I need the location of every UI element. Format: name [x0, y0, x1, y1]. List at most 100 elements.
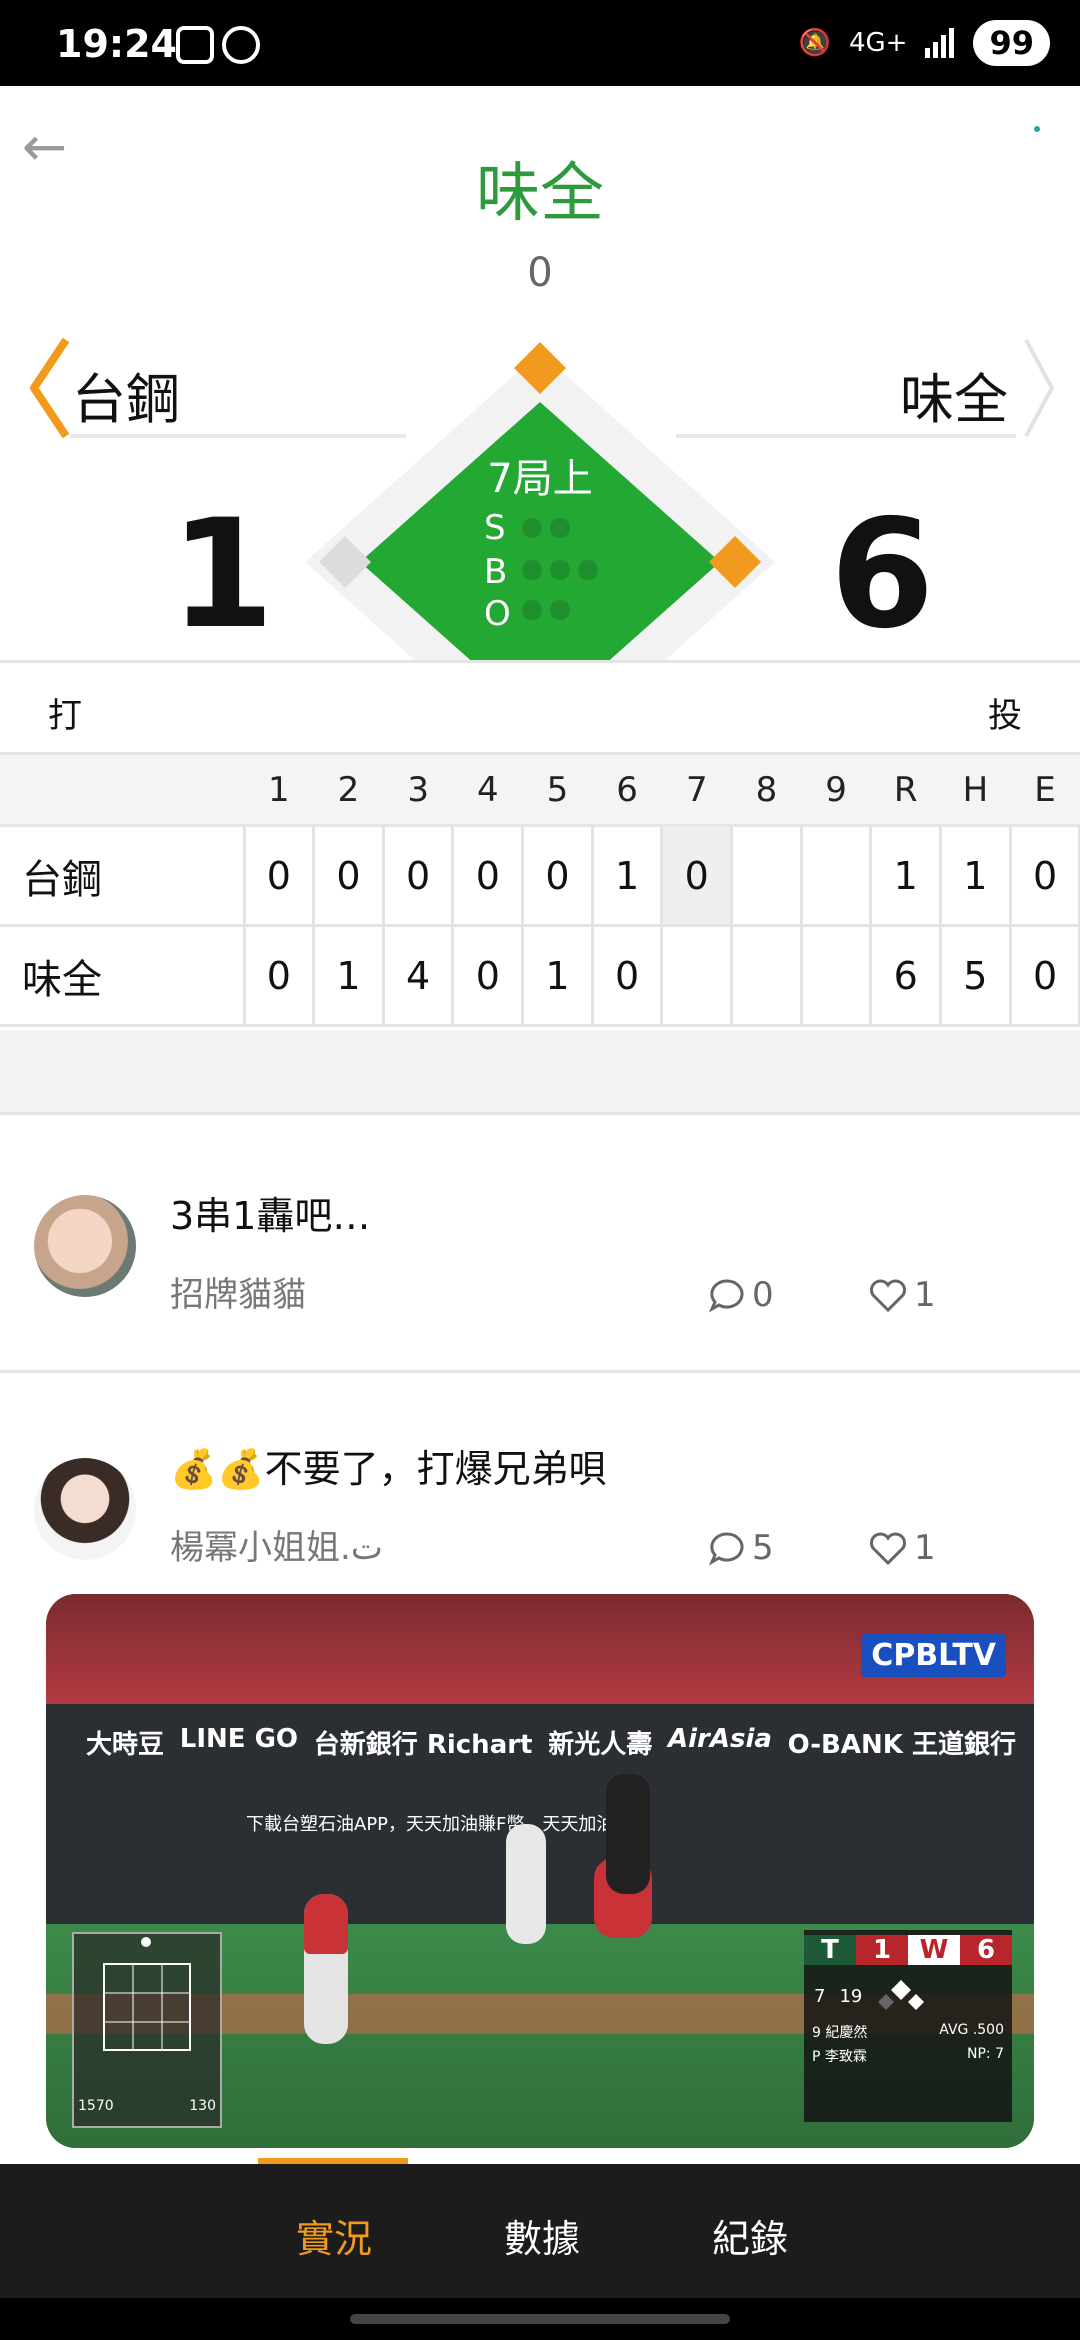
- network-label: 4G+: [848, 28, 908, 58]
- like-count: 1: [914, 1528, 936, 1568]
- sponsor-label: 大時豆: [86, 1730, 165, 1760]
- tab-live[interactable]: 實況: [296, 2208, 372, 2263]
- tv-scorebug: T 1 W 6 7 19 9 紀慶然 AVG .500 P 李致霖 NP: 7: [804, 1930, 1012, 2122]
- batting-label: 打: [48, 696, 82, 736]
- header-cell: H: [940, 752, 1011, 827]
- page-title: 味全: [476, 157, 604, 231]
- linescore-header: 1 2 3 4 5 6 7 8 9 R H E: [0, 752, 1080, 827]
- linescore-table: 1 2 3 4 5 6 7 8 9 R H E 台鋼 0 0 0 0 0 1 0…: [0, 752, 1080, 1027]
- heart-icon: [870, 1279, 906, 1313]
- header-cell: 9: [801, 752, 871, 827]
- scorebug-np: NP: 7: [967, 2046, 1004, 2062]
- row-team: 台鋼: [0, 825, 246, 927]
- inning-cell: 4: [383, 925, 455, 1027]
- sponsor-label: 台新銀行 Richart: [313, 1730, 533, 1760]
- header-cell: 2: [313, 752, 384, 827]
- runs-cell: 1: [870, 825, 943, 927]
- like-button[interactable]: 1: [868, 1275, 936, 1315]
- strike-zone-graphic: 1570 130: [72, 1932, 222, 2128]
- scorebug-inning: 7: [814, 1985, 826, 2007]
- comment-icon: [708, 1532, 744, 1566]
- scorebug-away-score: 1: [856, 1935, 908, 1965]
- header-cell: 8: [731, 752, 802, 827]
- signal-icon: [925, 28, 955, 58]
- batter-figure: [506, 1824, 546, 1944]
- spin-rate: 1570: [78, 2098, 114, 2114]
- header-cell: 5: [522, 752, 593, 827]
- avatar[interactable]: [34, 1458, 136, 1560]
- inning-cell: 1: [592, 825, 664, 927]
- comment-count: 5: [752, 1528, 774, 1568]
- inning-cell: [731, 925, 803, 1027]
- tab-stats[interactable]: 數據: [504, 2208, 580, 2263]
- sponsor-board: 大時豆 LINE GO 台新銀行 Richart 新光人壽 AirAsia O-…: [86, 1724, 1016, 1761]
- video-player[interactable]: CPBLTV 大時豆 LINE GO 台新銀行 Richart 新光人壽 Air…: [46, 1594, 1034, 2148]
- screenshot-icon: [176, 26, 214, 64]
- out-label: O: [484, 594, 511, 634]
- status-dot: [1034, 126, 1040, 132]
- strike-zone-grid: [103, 1937, 191, 2051]
- list-item[interactable]: 💰💰不要了，打爆兄弟唄 楊冪小姐姐.ت 5 1: [0, 1372, 1080, 1632]
- active-tab-indicator: [258, 2158, 408, 2164]
- sponsor-label: 新光人壽: [548, 1730, 653, 1760]
- away-score: 1: [170, 488, 275, 662]
- inning-cell: [731, 825, 803, 927]
- header-cell: 4: [452, 752, 523, 827]
- errors-cell: 0: [1010, 925, 1080, 1027]
- mute-icon: 🔕: [798, 28, 831, 58]
- inning-cell: 0: [383, 825, 455, 927]
- scorebug-avg: AVG .500: [939, 2022, 1004, 2038]
- section-spacer: [0, 1030, 1080, 1114]
- away-indicator-icon: [30, 337, 70, 439]
- comment-count: 0: [752, 1275, 774, 1315]
- inning-cell: 0: [313, 825, 385, 927]
- banner-text: 下載台塑石油APP，天天加油賺F幣，天天加油超給: [246, 1814, 651, 1835]
- ball-label: B: [484, 552, 508, 592]
- inning-cell: 0: [452, 825, 525, 927]
- inning-cell: [801, 825, 873, 927]
- inning-cell: 0: [592, 925, 664, 1027]
- home-team-name[interactable]: 味全: [900, 355, 1008, 434]
- scorebug-pitcher: P 李致霖: [812, 2049, 867, 2065]
- title-score: 0: [527, 250, 553, 296]
- header-cell: 1: [244, 752, 314, 827]
- like-button[interactable]: 1: [868, 1528, 936, 1568]
- inning-label: 7局上: [487, 456, 593, 502]
- battery-indicator: 99: [973, 20, 1050, 66]
- home-indicator-icon: [1024, 339, 1055, 437]
- inning-cell: [661, 925, 734, 1027]
- scorebug-home-score: 6: [960, 1935, 1012, 1965]
- inning-cell: [801, 925, 873, 1027]
- inning-cell: 1: [313, 925, 385, 1027]
- comment-button[interactable]: 5: [708, 1528, 774, 1568]
- umpire-figure: [606, 1774, 650, 1894]
- scorebug-bases-icon: [878, 1980, 925, 2010]
- header-cell: R: [870, 752, 941, 827]
- inning-cell-current: 0: [661, 825, 734, 927]
- post-author[interactable]: 招牌貓貓: [170, 1267, 306, 1316]
- header-cell: [0, 752, 244, 827]
- list-item[interactable]: 3串1轟吧… 招牌貓貓 0 1: [0, 1115, 1080, 1370]
- home-gesture-bar[interactable]: [350, 2314, 730, 2324]
- post-text: 3串1轟吧…: [170, 1194, 371, 1238]
- header-cell: 6: [592, 752, 662, 827]
- avatar[interactable]: [34, 1195, 136, 1297]
- sponsor-label: O-BANK 王道銀行: [787, 1730, 1016, 1760]
- inning-cell: 0: [522, 825, 594, 927]
- home-score: 6: [830, 488, 935, 662]
- comment-button[interactable]: 0: [708, 1275, 774, 1315]
- sponsor-label: AirAsia: [668, 1724, 772, 1754]
- status-time: 19:24: [56, 22, 177, 66]
- heart-icon: [870, 1532, 906, 1566]
- post-author[interactable]: 楊冪小姐姐.ت: [170, 1520, 383, 1569]
- hits-cell: 5: [940, 925, 1012, 1027]
- away-team-name[interactable]: 台鋼: [72, 355, 180, 434]
- header-cell: E: [1010, 752, 1080, 827]
- status-bar: 19:24 🔕 4G+ 99: [0, 0, 1080, 86]
- table-row: 台鋼 0 0 0 0 0 1 0 1 1 0: [0, 825, 1080, 927]
- inning-cell: 1: [522, 925, 594, 1027]
- tab-records[interactable]: 紀錄: [712, 2208, 788, 2263]
- errors-cell: 0: [1010, 825, 1080, 927]
- sync-icon: [222, 26, 260, 64]
- inning-cell: 0: [244, 925, 316, 1027]
